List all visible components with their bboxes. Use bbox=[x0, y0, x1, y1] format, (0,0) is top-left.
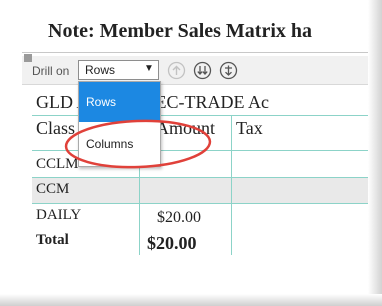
drill-down-icon[interactable] bbox=[193, 61, 212, 80]
chevron-down-icon: ▼ bbox=[144, 63, 154, 74]
column-header-tax[interactable]: Tax bbox=[236, 118, 263, 139]
annotation-ellipse bbox=[64, 119, 212, 169]
note-title: Note: Member Sales Matrix ha bbox=[48, 20, 313, 42]
row-label-cclm[interactable]: CCLM bbox=[36, 156, 79, 173]
frame-border bbox=[22, 52, 368, 53]
drill-option-columns[interactable]: Columns bbox=[79, 124, 160, 164]
drill-select-dropdown: Rows Columns bbox=[78, 81, 161, 167]
drill-select-value: Rows bbox=[85, 63, 116, 77]
row-label-ccm[interactable]: CCM bbox=[36, 181, 69, 198]
grid-line bbox=[32, 177, 368, 178]
amount-total: $20.00 bbox=[147, 233, 197, 253]
drill-through-icon[interactable] bbox=[219, 61, 238, 80]
amount-daily: $20.00 bbox=[157, 209, 201, 226]
grid-line bbox=[32, 203, 368, 204]
drill-on-label: Drill on bbox=[32, 64, 70, 78]
drill-up-icon[interactable] bbox=[167, 61, 186, 80]
table-row-shaded bbox=[32, 177, 368, 203]
row-label-daily[interactable]: DAILY bbox=[36, 207, 81, 224]
row-label-total: Total bbox=[36, 232, 69, 248]
column-header-class[interactable]: Class bbox=[36, 118, 75, 139]
grid-line bbox=[231, 115, 232, 255]
page-shadow-right bbox=[368, 0, 382, 306]
page-shadow-bottom bbox=[0, 294, 382, 306]
resize-handle[interactable] bbox=[24, 54, 32, 62]
drill-option-rows[interactable]: Rows bbox=[79, 82, 160, 122]
column-header-amount[interactable]: Amount bbox=[156, 118, 215, 139]
